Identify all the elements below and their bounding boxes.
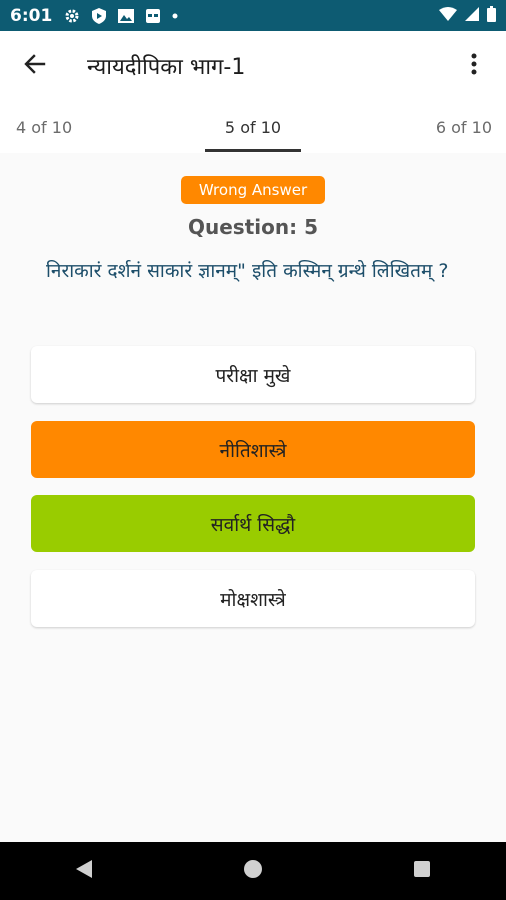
option-1[interactable]: परीक्षा मुखे — [31, 346, 475, 403]
back-button[interactable] — [11, 42, 59, 90]
more-vert-icon — [471, 53, 477, 79]
status-bar: 6:01 — [0, 0, 506, 31]
status-badge: Wrong Answer — [181, 176, 325, 204]
settings-icon — [64, 8, 80, 24]
home-circle-icon — [243, 859, 263, 883]
image-icon — [118, 8, 135, 23]
arrow-back-icon — [24, 53, 46, 79]
back-triangle-icon — [75, 859, 93, 883]
nav-back-button[interactable] — [54, 842, 114, 900]
dot-icon — [172, 13, 178, 19]
wifi-icon — [439, 6, 457, 25]
battery-icon — [487, 5, 496, 26]
page-title: न्यायदीपिका भाग-1 — [87, 55, 246, 80]
question-number: Question: 5 — [188, 215, 318, 239]
shield-play-icon — [92, 7, 107, 24]
option-2-wrong[interactable]: नीतिशास्त्रे — [31, 421, 475, 478]
pager-current[interactable]: 5 of 10 — [0, 118, 506, 137]
status-time: 6:01 — [10, 5, 53, 26]
pager-indicator — [205, 149, 301, 152]
system-nav-bar — [0, 842, 506, 900]
nav-home-button[interactable] — [223, 842, 283, 900]
recents-square-icon — [413, 860, 431, 882]
question-pager: 4 of 10 5 of 10 6 of 10 — [0, 101, 506, 153]
signal-icon — [465, 6, 479, 25]
pager-next[interactable]: 6 of 10 — [436, 118, 492, 137]
option-4[interactable]: मोक्षशास्त्रे — [31, 570, 475, 627]
nav-recents-button[interactable] — [392, 842, 452, 900]
app-bar: न्यायदीपिका भाग-1 — [0, 31, 506, 101]
overflow-menu-button[interactable] — [450, 42, 498, 90]
option-3-correct[interactable]: सर्वार्थ सिद्धौ — [31, 495, 475, 552]
calendar-icon — [146, 8, 161, 23]
question-text: निराकारं दर्शनं साकारं ज्ञानम्" इति कस्म… — [46, 260, 449, 282]
